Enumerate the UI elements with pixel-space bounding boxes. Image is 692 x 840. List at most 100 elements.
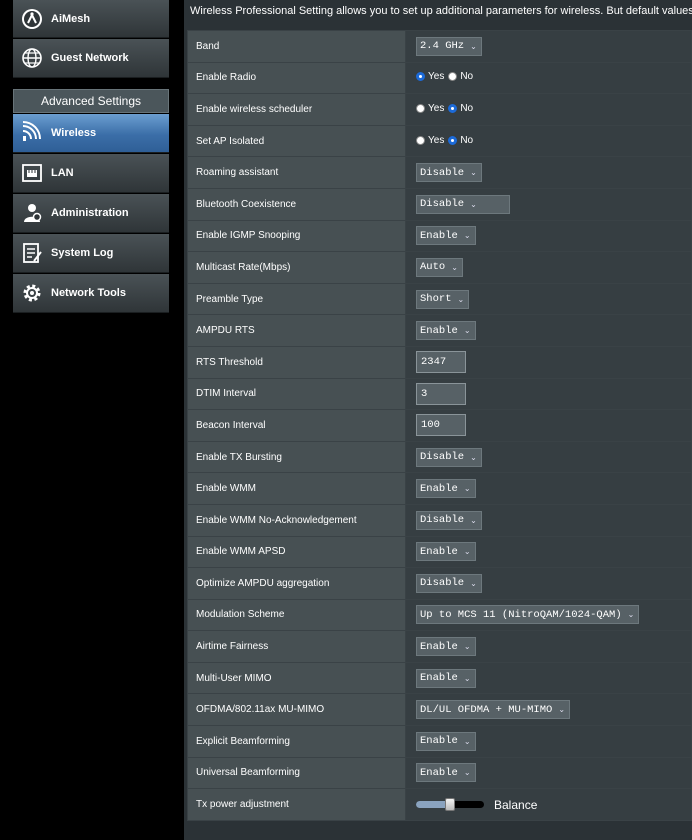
wifi-icon xyxy=(19,120,45,146)
enable-wmm-select[interactable]: Enable ⌄ xyxy=(416,479,476,499)
setting-value-cell: DL/UL OFDMA + MU-MIMO ⌄ xyxy=(405,693,692,727)
tx-power-adjustment-slider[interactable]: Balance xyxy=(416,798,537,812)
sidebar-item-network-tools[interactable]: Network Tools xyxy=(13,274,169,313)
setting-value-cell: Disable ⌄ xyxy=(405,156,692,189)
explicit-beamforming-select[interactable]: Enable ⌄ xyxy=(416,731,476,751)
preamble-type-value: Short xyxy=(420,293,452,306)
enable-radio-radio-yes[interactable]: Yes xyxy=(416,71,444,82)
setting-label: OFDMA/802.11ax MU-MIMO xyxy=(187,693,406,727)
setting-label: Band xyxy=(187,30,406,63)
slider-thumb[interactable] xyxy=(445,798,455,812)
setting-value-cell: Short ⌄ xyxy=(405,282,692,316)
radio-button[interactable] xyxy=(416,72,425,82)
chevron-down-icon: ⌄ xyxy=(463,547,471,557)
setting-value-cell: Disable ⌄ xyxy=(405,440,692,474)
airtime-fairness-select[interactable]: Enable ⌄ xyxy=(416,637,476,657)
enable-wireless-scheduler-radio-yes[interactable]: Yes xyxy=(416,103,444,114)
setting-label: Bluetooth Coexistence xyxy=(187,187,406,221)
band-value: 2.4 GHz xyxy=(420,40,465,53)
modulation-scheme-value: Up to MCS 11 (NitroQAM/1024-QAM) xyxy=(420,608,622,621)
dtim-interval-input[interactable]: 3 xyxy=(416,382,466,405)
setting-label: Multi-User MIMO xyxy=(187,661,406,695)
enable-wireless-scheduler-radio-no[interactable]: No xyxy=(448,103,473,114)
preamble-type-select[interactable]: Short ⌄ xyxy=(416,289,470,309)
enable-wmm-apsd-select[interactable]: Enable ⌄ xyxy=(416,542,476,562)
setting-label: DTIM Interval xyxy=(187,377,406,411)
beacon-interval-input[interactable]: 100 xyxy=(416,414,466,437)
slider-value-label: Balance xyxy=(494,797,538,812)
setting-value-cell: 100 xyxy=(405,409,692,442)
sidebar-item-system-log[interactable]: System Log xyxy=(13,234,169,273)
radio-button[interactable] xyxy=(448,135,458,145)
table-row: Explicit Beamforming Enable ⌄ xyxy=(187,725,692,758)
multicast-rate-mbps-value: Auto xyxy=(420,261,446,274)
sidebar-item-aimesh[interactable]: AiMesh xyxy=(13,0,169,38)
radio-button[interactable] xyxy=(448,72,458,82)
setting-value-cell: Yes No xyxy=(405,93,692,126)
set-ap-isolated-radio-yes[interactable]: Yes xyxy=(416,135,444,146)
table-row: Universal Beamforming Enable ⌄ xyxy=(187,756,692,790)
sidebar-item-label: AiMesh xyxy=(51,12,91,25)
chevron-down-icon: ⌄ xyxy=(463,673,471,683)
setting-value-cell: Enable ⌄ xyxy=(405,661,692,695)
chevron-down-icon: ⌄ xyxy=(457,294,465,304)
chevron-down-icon: ⌄ xyxy=(470,515,477,525)
set-ap-isolated-radio-no[interactable]: No xyxy=(448,135,473,146)
setting-label: Enable TX Bursting xyxy=(187,440,406,474)
enable-igmp-snooping-select[interactable]: Enable ⌄ xyxy=(416,226,476,246)
table-row: Enable IGMP Snooping Enable ⌄ xyxy=(187,219,692,253)
radio-button[interactable] xyxy=(416,103,425,113)
setting-value-cell: Enable ⌄ xyxy=(405,535,692,569)
sidebar-item-label: LAN xyxy=(51,167,74,179)
radio-button[interactable] xyxy=(448,103,458,113)
setting-label: Enable WMM APSD xyxy=(187,535,406,569)
optimize-ampdu-aggregation-select[interactable]: Disable ⌄ xyxy=(416,573,482,593)
table-row: Tx power adjustment Balance xyxy=(187,788,692,821)
chevron-down-icon: ⌄ xyxy=(470,578,477,588)
sidebar-item-lan[interactable]: LAN xyxy=(13,154,169,193)
universal-beamforming-select[interactable]: Enable ⌄ xyxy=(416,763,476,783)
setting-label: Enable WMM xyxy=(187,472,406,505)
enable-radio-radio-no[interactable]: No xyxy=(448,71,473,82)
chevron-down-icon: ⌄ xyxy=(558,705,566,715)
roaming-assistant-select[interactable]: Disable ⌄ xyxy=(416,163,482,183)
setting-label: Explicit Beamforming xyxy=(187,725,406,758)
band-select[interactable]: 2.4 GHz ⌄ xyxy=(416,36,482,56)
enable-wmm-no-acknowledgement-select[interactable]: Disable ⌄ xyxy=(416,510,482,530)
multi-user-mimo-select[interactable]: Enable ⌄ xyxy=(416,668,476,688)
modulation-scheme-select[interactable]: Up to MCS 11 (NitroQAM/1024-QAM) ⌄ xyxy=(416,605,640,625)
chevron-down-icon: ⌄ xyxy=(451,262,458,272)
setting-value-cell: 2347 xyxy=(405,345,692,379)
table-row: Airtime Fairness Enable ⌄ xyxy=(187,630,692,663)
enable-tx-bursting-select[interactable]: Disable ⌄ xyxy=(416,447,482,467)
enable-wmm-no-acknowledgement-value: Disable xyxy=(420,514,465,527)
setting-label: Enable WMM No-Acknowledgement xyxy=(187,503,406,537)
sidebar-item-wireless[interactable]: Wireless xyxy=(13,114,169,153)
aimesh-icon xyxy=(19,6,45,32)
gear-icon xyxy=(19,280,45,306)
ampdu-rts-select[interactable]: Enable ⌄ xyxy=(416,321,476,341)
table-row: Enable Radio Yes No xyxy=(187,61,692,95)
slider-track[interactable] xyxy=(416,798,484,812)
multicast-rate-mbps-select[interactable]: Auto ⌄ xyxy=(416,257,463,277)
setting-label: Tx power adjustment xyxy=(187,788,406,821)
rts-threshold-input[interactable]: 2347 xyxy=(416,351,466,374)
table-row: Modulation Scheme Up to MCS 11 (NitroQAM/… xyxy=(187,598,692,632)
setting-value-cell: Enable ⌄ xyxy=(405,756,692,790)
ofdma-802-11ax-mu-mimo-select[interactable]: DL/UL OFDMA + MU-MIMO ⌄ xyxy=(416,700,571,720)
chevron-down-icon: ⌄ xyxy=(627,610,635,620)
radio-button[interactable] xyxy=(416,135,425,145)
sidebar-item-guest-network[interactable]: Guest Network xyxy=(13,39,169,78)
setting-value-cell: Yes No xyxy=(405,61,692,95)
chevron-down-icon: ⌄ xyxy=(463,484,471,494)
sidebar: AiMesh Guest Network Advanced Settings W… xyxy=(0,0,184,840)
table-row: Enable wireless scheduler Yes No xyxy=(187,93,692,126)
sidebar-item-administration[interactable]: Administration xyxy=(13,194,169,233)
table-row: DTIM Interval 3 xyxy=(187,377,692,411)
sidebar-item-label: Guest Network xyxy=(51,52,129,64)
lan-icon xyxy=(19,160,45,186)
bluetooth-coexistence-select[interactable]: Disable ⌄ xyxy=(416,194,510,214)
setting-value-cell: Up to MCS 11 (NitroQAM/1024-QAM) ⌄ xyxy=(405,598,692,632)
chevron-down-icon: ⌄ xyxy=(470,41,477,51)
setting-label: AMPDU RTS xyxy=(187,314,406,347)
